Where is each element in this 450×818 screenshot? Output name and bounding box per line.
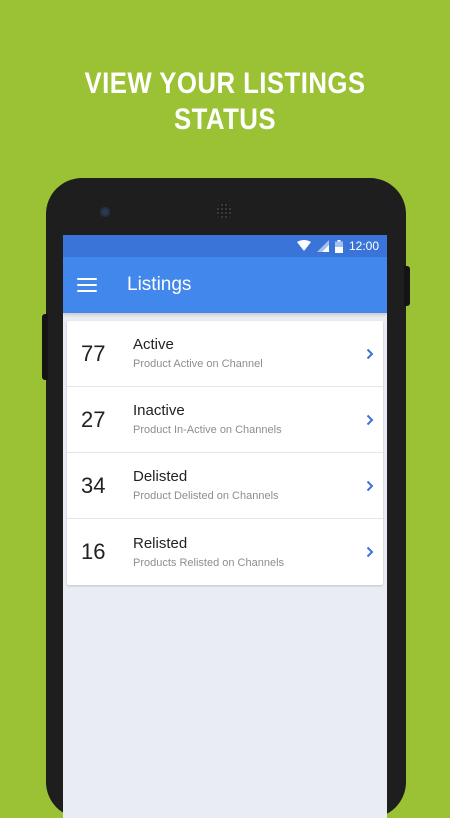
listing-row-relisted[interactable]: 16 Relisted Products Relisted on Channel… [67,519,383,585]
wifi-icon [296,240,311,252]
listing-row-active[interactable]: 77 Active Product Active on Channel [67,321,383,387]
app-bar: Listings [63,257,387,313]
listing-count: 16 [81,539,106,564]
chevron-right-icon [357,480,383,492]
status-time: 12:00 [348,239,379,253]
earpiece-speaker [216,203,232,219]
listings-card: 77 Active Product Active on Channel 27 I… [67,321,383,585]
status-bar: 12:00 [63,235,387,257]
listing-count: 77 [81,340,106,366]
hamburger-menu-icon[interactable] [77,278,97,292]
chevron-right-icon [357,414,383,426]
listing-title: Inactive [133,402,185,419]
signal-icon [316,240,329,252]
listing-count: 34 [81,472,106,498]
listing-title: Delisted [133,468,188,485]
listing-row-inactive[interactable]: 27 Inactive Product In-Active on Channel… [67,387,383,453]
listing-title: Active [133,336,174,353]
listing-subtitle: Products Relisted on Channels [133,556,285,569]
battery-icon [334,239,343,253]
listing-row-delisted[interactable]: 34 Delisted Product Delisted on Channels [67,453,383,519]
front-camera [100,207,110,217]
phone-frame: 12:00 Listings 77 Active Product Active … [42,178,410,818]
listing-title: Relisted [133,534,188,552]
listing-subtitle: Product Delisted on Channels [133,490,279,502]
volume-button [42,314,48,380]
page-title: Listings [127,274,192,295]
listing-subtitle: Product Active on Channel [133,358,263,370]
power-button [404,266,410,306]
chevron-right-icon [357,348,383,360]
listing-subtitle: Product In-Active on Channels [133,424,282,436]
chevron-right-icon [357,546,383,558]
listing-count: 27 [81,406,106,432]
phone-screen: 12:00 Listings 77 Active Product Active … [63,235,387,818]
promo-title: VIEW YOUR LISTINGS STATUS [84,67,366,136]
